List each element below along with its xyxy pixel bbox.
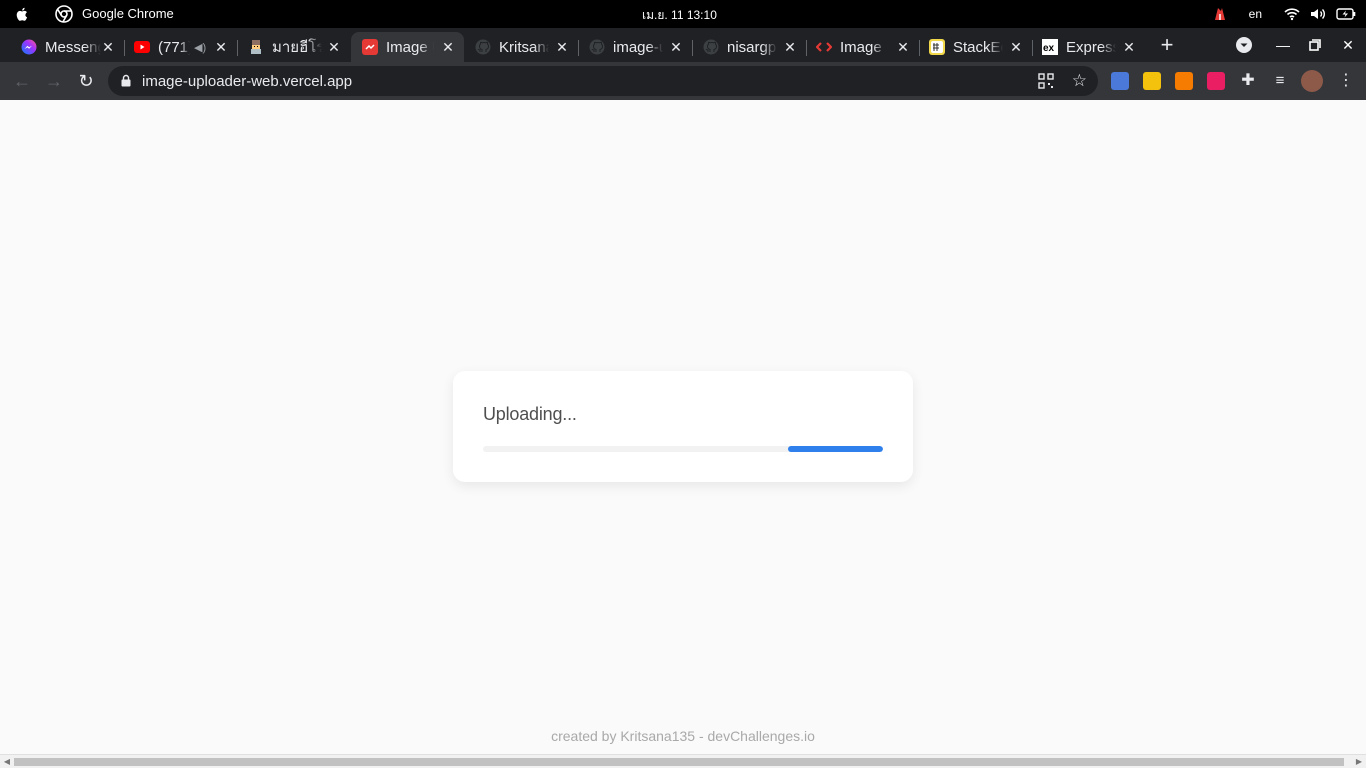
minimize-window-icon[interactable]: —	[1273, 35, 1293, 55]
restore-window-icon[interactable]	[1305, 35, 1325, 55]
bookmark-star-icon[interactable]: ☆	[1072, 71, 1087, 91]
code-brackets-icon	[816, 39, 832, 55]
scroll-right-icon[interactable]: ▶	[1354, 757, 1364, 767]
image-uploader-favicon	[362, 39, 378, 55]
upload-extension-icon[interactable]	[1207, 72, 1225, 90]
profile-avatar[interactable]	[1301, 70, 1323, 92]
keyboard-language-indicator[interactable]: en	[1249, 7, 1262, 21]
stackedit-icon	[929, 39, 945, 55]
express-icon: ex	[1042, 39, 1058, 55]
close-tab-icon[interactable]: ✕	[1121, 39, 1137, 55]
apple-logo-icon[interactable]	[13, 5, 31, 23]
close-window-icon[interactable]: ✕	[1338, 35, 1358, 55]
tab-title: image-uploader	[613, 38, 663, 56]
battery-charging-icon[interactable]	[1336, 8, 1356, 20]
github-icon	[703, 39, 719, 55]
tab-express[interactable]: ex Express ✕	[1032, 32, 1145, 62]
tab-myhero[interactable]: มายฮีโร่ ✕	[237, 32, 350, 62]
wifi-icon[interactable]	[1284, 7, 1300, 21]
close-tab-icon[interactable]: ✕	[782, 39, 798, 55]
browser-toolbar: ← → ↻ image-uploader-web.vercel.app ☆ ✚ …	[0, 62, 1366, 100]
svg-text:ex: ex	[1043, 43, 1055, 54]
tab-title: มายฮีโร่	[272, 39, 322, 56]
system-clock[interactable]: เม.ย. 11 13:10	[642, 6, 717, 25]
lock-icon[interactable]	[121, 74, 131, 87]
tab-title: Image Uploader	[840, 38, 886, 56]
messenger-icon	[21, 39, 37, 55]
tab-youtube[interactable]: (771) ◀︎) ✕	[124, 32, 238, 62]
tab-title: Express	[1066, 38, 1116, 56]
tab-github-nisargpatel[interactable]: nisargpatel ✕	[693, 32, 807, 62]
close-tab-icon[interactable]: ✕	[554, 39, 570, 55]
scroll-left-icon[interactable]: ◀	[2, 757, 12, 767]
tab-title: Image Uploader	[386, 38, 434, 56]
forward-arrow-icon[interactable]: →	[44, 71, 64, 91]
active-app-name[interactable]: Google Chrome	[82, 6, 174, 21]
page-viewport: Uploading... created by Kritsana135 - de…	[0, 100, 1366, 754]
sticky-note-extension-icon[interactable]	[1143, 72, 1161, 90]
progress-track	[483, 446, 883, 452]
reload-icon[interactable]: ↻	[76, 71, 96, 91]
tab-github-kritsana[interactable]: Kritsana ✕	[465, 32, 579, 62]
close-tab-icon[interactable]: ✕	[668, 39, 684, 55]
tab-messenger[interactable]: Messenger ✕	[10, 32, 125, 62]
pixel-character-icon	[248, 39, 264, 55]
close-tab-icon[interactable]: ✕	[895, 39, 911, 55]
scrollbar-thumb[interactable]	[14, 758, 1344, 766]
audio-playing-icon[interactable]: ◀︎)	[194, 41, 206, 54]
lighthouse-extension-icon[interactable]	[1175, 72, 1193, 90]
qr-code-icon[interactable]	[1038, 73, 1054, 89]
upload-progress-card: Uploading...	[453, 371, 913, 482]
media-control-icon[interactable]: ≡	[1271, 72, 1289, 90]
new-tab-button[interactable]: +	[1157, 34, 1177, 56]
system-tray: en	[1213, 4, 1356, 24]
tab-title: StackEdit	[953, 38, 1003, 56]
tab-stackedit[interactable]: StackEdit ✕	[919, 32, 1033, 62]
github-icon	[475, 39, 491, 55]
chrome-menu-icon[interactable]: ⋮	[1337, 72, 1355, 90]
browser-tab-strip: Messenger ✕ (771) ◀︎) ✕ มายฮีโร่ ✕ Image…	[0, 28, 1366, 62]
tab-github-image-uploader[interactable]: image-uploader ✕	[579, 32, 693, 62]
extensions-puzzle-icon[interactable]: ✚	[1239, 72, 1257, 90]
footer-credit[interactable]: created by Kritsana135 - devChallenges.i…	[0, 728, 1366, 744]
uploading-heading: Uploading...	[483, 404, 577, 424]
close-tab-icon[interactable]: ✕	[1008, 39, 1024, 55]
system-top-bar: Google Chrome เม.ย. 11 13:10 en	[0, 0, 1366, 28]
tab-title: Kritsana	[499, 38, 549, 56]
back-arrow-icon[interactable]: ←	[12, 71, 32, 91]
youtube-icon	[134, 39, 150, 55]
address-bar[interactable]: image-uploader-web.vercel.app ☆	[108, 66, 1098, 96]
tab-image-uploader-2[interactable]: Image Uploader ✕	[806, 32, 920, 62]
tab-title: Messenger	[45, 38, 101, 56]
url-text[interactable]: image-uploader-web.vercel.app	[142, 73, 352, 90]
close-tab-icon[interactable]: ✕	[440, 39, 456, 55]
close-tab-icon[interactable]: ✕	[326, 39, 342, 55]
volume-icon[interactable]	[1310, 7, 1326, 21]
close-tab-icon[interactable]: ✕	[100, 39, 116, 55]
github-icon	[589, 39, 605, 55]
chrome-logo-icon	[55, 5, 73, 23]
tab-title: nisargpatel	[727, 38, 777, 56]
close-tab-icon[interactable]: ✕	[213, 39, 229, 55]
progress-indicator	[788, 446, 883, 452]
horizontal-scrollbar[interactable]: ◀ ▶	[0, 754, 1366, 768]
tab-title: (771)	[158, 38, 190, 56]
google-translate-extension-icon[interactable]	[1111, 72, 1129, 90]
antivirus-tray-icon[interactable]	[1213, 6, 1227, 22]
tab-image-uploader-active[interactable]: Image Uploader ✕	[351, 32, 464, 62]
tab-search-icon[interactable]	[1236, 37, 1252, 53]
